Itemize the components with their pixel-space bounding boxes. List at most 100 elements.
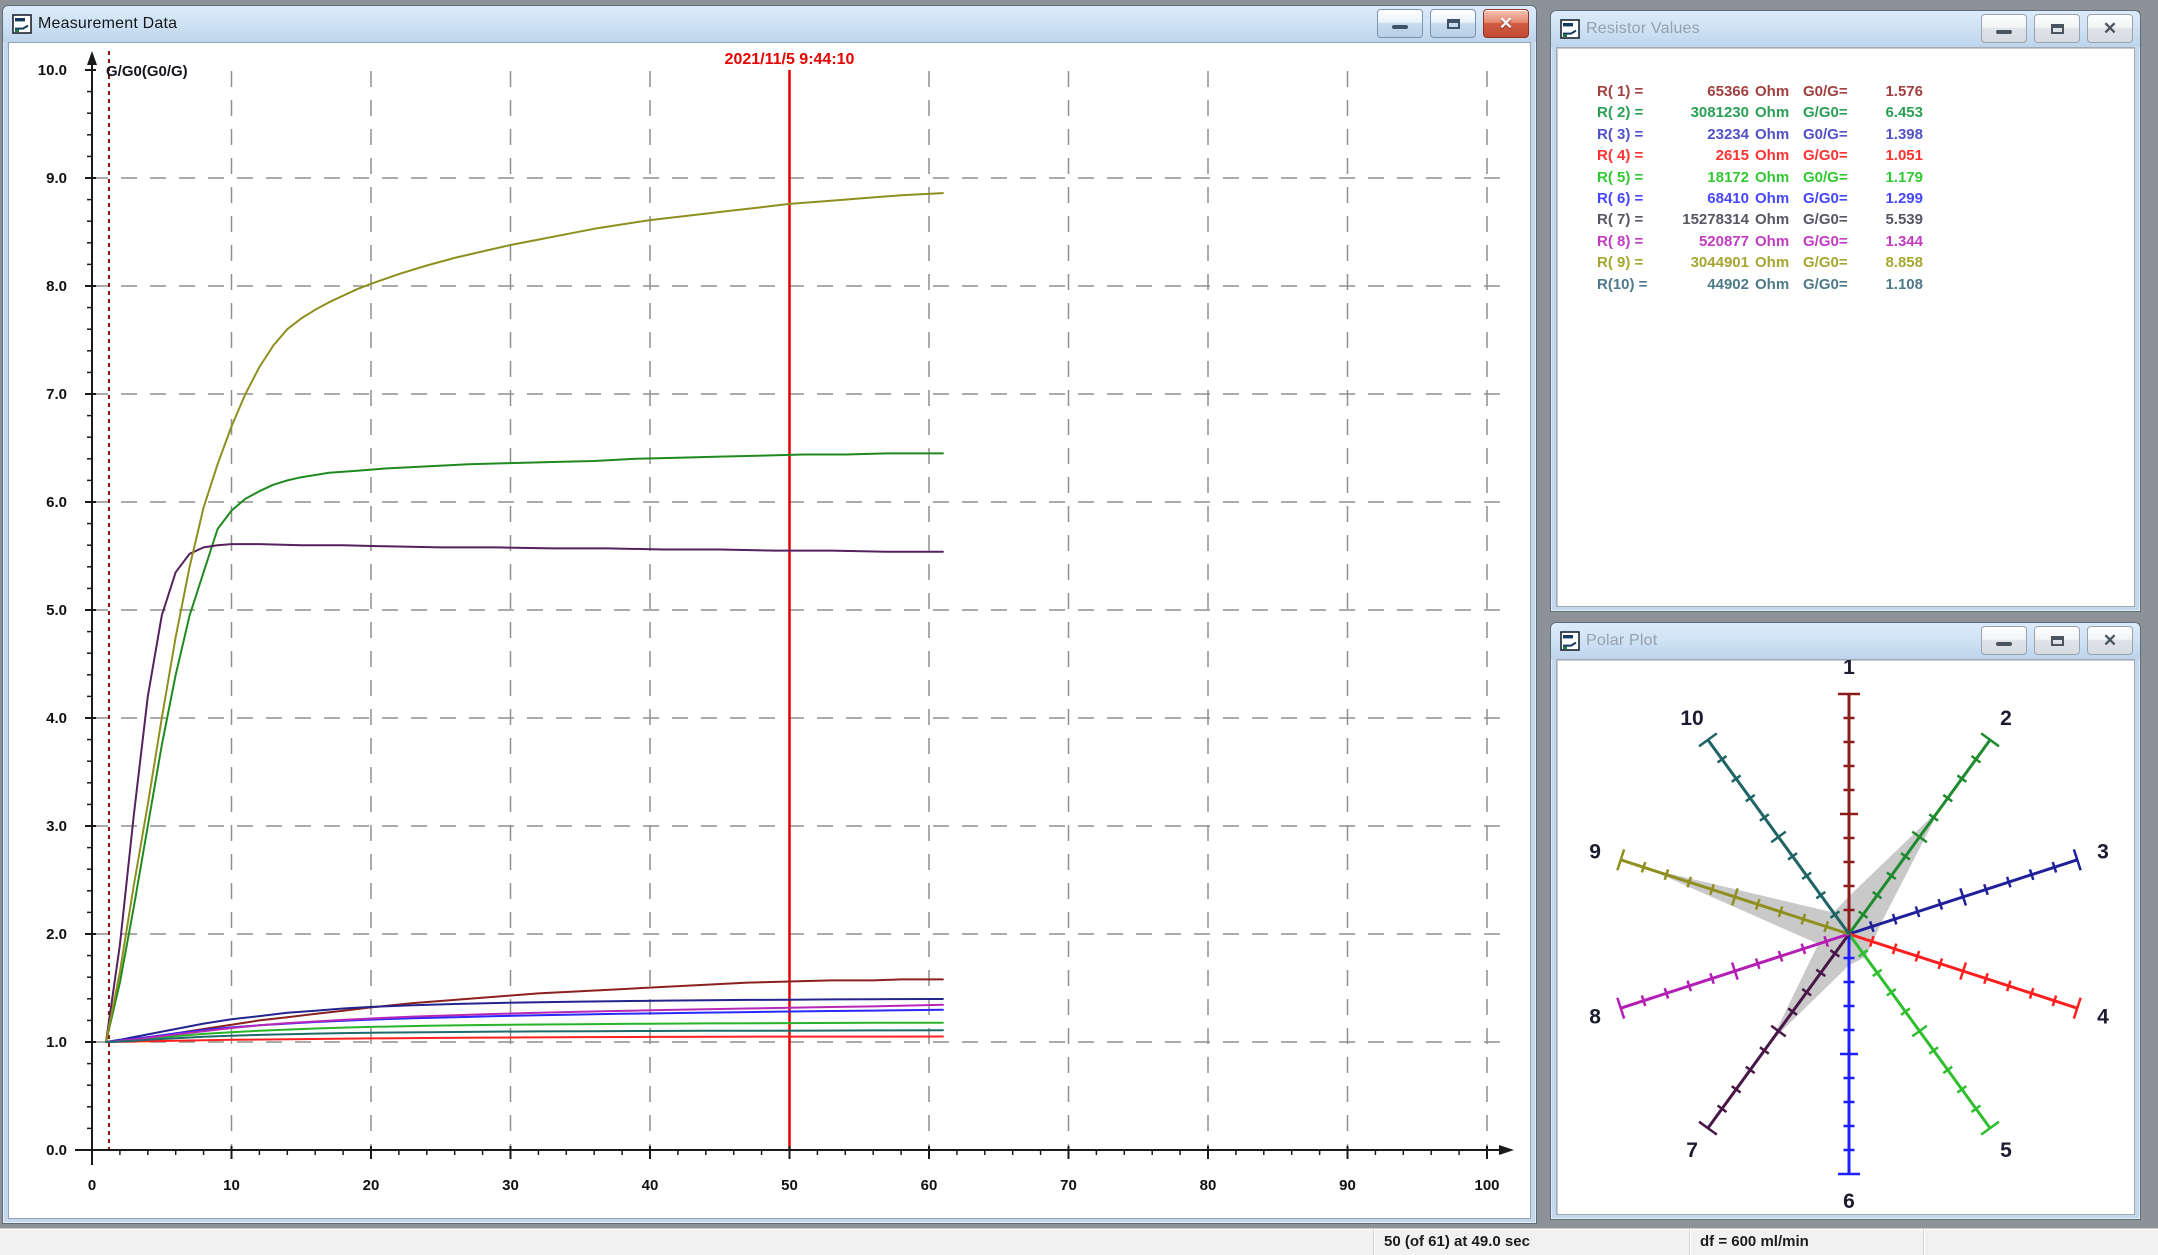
resistor-unit: Ohm [1749, 167, 1799, 188]
resistor-titlebar[interactable]: Resistor Values ✕ [1551, 11, 2140, 47]
resistor-unit: Ohm [1749, 81, 1799, 102]
svg-text:3: 3 [2097, 840, 2109, 863]
resistor-unit: Ohm [1749, 102, 1799, 123]
resistor-name: R( 9) = [1597, 252, 1659, 273]
svg-text:9: 9 [1589, 840, 1601, 863]
resistor-row: R( 7) =15278314OhmG/G0=5.539 [1597, 209, 2134, 230]
svg-text:70: 70 [1060, 1177, 1077, 1194]
window-resistor-values: Resistor Values ✕ R( 1) =65366OhmG0/G=1.… [1550, 10, 2141, 612]
svg-text:2021/11/5 9:44:10: 2021/11/5 9:44:10 [725, 51, 855, 68]
resistor-name: R( 4) = [1597, 145, 1659, 166]
svg-text:10: 10 [1680, 707, 1703, 730]
status-section-flow: df = 600 ml/min [1689, 1229, 1923, 1255]
maximize-icon [2051, 636, 2064, 646]
resistor-row: R(10) =44902OhmG/G0=1.108 [1597, 274, 2134, 295]
resistor-unit: Ohm [1749, 231, 1799, 252]
resistor-gl: G/G0= [1799, 252, 1863, 273]
resistor-ohm: 520877 [1659, 231, 1749, 252]
maximize-button[interactable] [2034, 626, 2080, 655]
maximize-button[interactable] [2034, 14, 2080, 43]
resistor-ohm: 3081230 [1659, 102, 1749, 123]
svg-text:6.0: 6.0 [46, 494, 67, 511]
resistor-ratio: 1.344 [1863, 231, 1923, 252]
resistor-name: R( 2) = [1597, 102, 1659, 123]
measurement-titlebar[interactable]: Measurement Data ✕ [3, 6, 1536, 42]
resistor-gl: G/G0= [1799, 188, 1863, 209]
resistor-row: R( 5) =18172OhmG0/G=1.179 [1597, 167, 2134, 188]
svg-text:30: 30 [502, 1177, 519, 1194]
resistor-unit: Ohm [1749, 274, 1799, 295]
resistor-name: R( 6) = [1597, 188, 1659, 209]
minimize-icon [1996, 30, 2012, 34]
svg-text:8.0: 8.0 [46, 278, 67, 295]
app-icon [12, 14, 32, 34]
resistor-name: R( 1) = [1597, 81, 1659, 102]
polar-titlebar[interactable]: Polar Plot ✕ [1551, 623, 2140, 659]
resistor-unit: Ohm [1749, 188, 1799, 209]
resistor-name: R( 7) = [1597, 209, 1659, 230]
resistor-gl: G/G0= [1799, 102, 1863, 123]
measurement-chart-canvas[interactable]: 2021/11/5 9:44:1001020304050607080901000… [9, 43, 1530, 1218]
minimize-button[interactable] [1981, 626, 2027, 655]
resistor-unit: Ohm [1749, 252, 1799, 273]
svg-text:90: 90 [1339, 1177, 1356, 1194]
resistor-ratio: 5.539 [1863, 209, 1923, 230]
resistor-row: R( 8) =520877OhmG/G0=1.344 [1597, 231, 2134, 252]
resistor-ratio: 8.858 [1863, 252, 1923, 273]
resistor-ohm: 44902 [1659, 274, 1749, 295]
svg-text:4: 4 [2097, 1006, 2109, 1029]
svg-text:1.0: 1.0 [46, 1034, 67, 1051]
resistor-ohm: 23234 [1659, 124, 1749, 145]
status-bar: 50 (of 61) at 49.0 sec df = 600 ml/min [0, 1228, 2158, 1255]
status-section-right [1923, 1229, 2158, 1255]
resistor-name: R( 5) = [1597, 167, 1659, 188]
close-button[interactable]: ✕ [2087, 14, 2133, 43]
minimize-button[interactable] [1377, 9, 1423, 38]
svg-text:5: 5 [2000, 1139, 2012, 1162]
status-section-empty [0, 1229, 1373, 1255]
svg-text:10: 10 [223, 1177, 240, 1194]
resistor-ratio: 1.398 [1863, 124, 1923, 145]
resistor-ohm: 3044901 [1659, 252, 1749, 273]
window-title: Resistor Values [1586, 20, 1700, 38]
svg-text:20: 20 [363, 1177, 380, 1194]
svg-text:60: 60 [921, 1177, 938, 1194]
window-measurement-data: Measurement Data ✕ 2021/11/5 9:44:10 0 10 2… [2, 5, 1537, 1224]
resistor-gl: G0/G= [1799, 81, 1863, 102]
resistor-name: R( 3) = [1597, 124, 1659, 145]
window-title: Measurement Data [38, 15, 177, 33]
resistor-ratio: 1.179 [1863, 167, 1923, 188]
svg-text:7: 7 [1686, 1139, 1698, 1162]
svg-text:8: 8 [1589, 1006, 1601, 1029]
window-title: Polar Plot [1586, 632, 1657, 650]
app-icon [1560, 631, 1580, 651]
svg-text:0: 0 [88, 1177, 96, 1194]
resistor-ratio: 1.108 [1863, 274, 1923, 295]
close-button[interactable]: ✕ [2087, 626, 2133, 655]
minimize-icon [1996, 642, 2012, 646]
close-icon: ✕ [2103, 20, 2117, 37]
resistor-row: R( 1) =65366OhmG0/G=1.576 [1597, 81, 2134, 102]
resistor-list: R( 1) =65366OhmG0/G=1.576R( 2) =3081230O… [1557, 48, 2134, 295]
resistor-gl: G/G0= [1799, 231, 1863, 252]
resistor-row: R( 4) =2615OhmG/G0=1.051 [1597, 145, 2134, 166]
resistor-ratio: 6.453 [1863, 102, 1923, 123]
polar-plot-canvas: 12345678910 [1557, 660, 2135, 1214]
close-button[interactable]: ✕ [1483, 9, 1529, 38]
maximize-button[interactable] [1430, 9, 1476, 38]
resistor-row: R( 3) =23234OhmG0/G=1.398 [1597, 124, 2134, 145]
resistor-gl: G/G0= [1799, 145, 1863, 166]
svg-text:4.0: 4.0 [46, 710, 67, 727]
resistor-unit: Ohm [1749, 145, 1799, 166]
resistor-ohm: 2615 [1659, 145, 1749, 166]
svg-text:0.0: 0.0 [46, 1142, 67, 1159]
svg-text:50: 50 [781, 1177, 798, 1194]
resistor-gl: G/G0= [1799, 209, 1863, 230]
svg-text:2.0: 2.0 [46, 926, 67, 943]
svg-text:3.0: 3.0 [46, 818, 67, 835]
minimize-button[interactable] [1981, 14, 2027, 43]
resistor-name: R( 8) = [1597, 231, 1659, 252]
svg-text:G/G0(G0/G): G/G0(G0/G) [106, 63, 188, 80]
minimize-icon [1392, 25, 1408, 29]
resistor-unit: Ohm [1749, 209, 1799, 230]
